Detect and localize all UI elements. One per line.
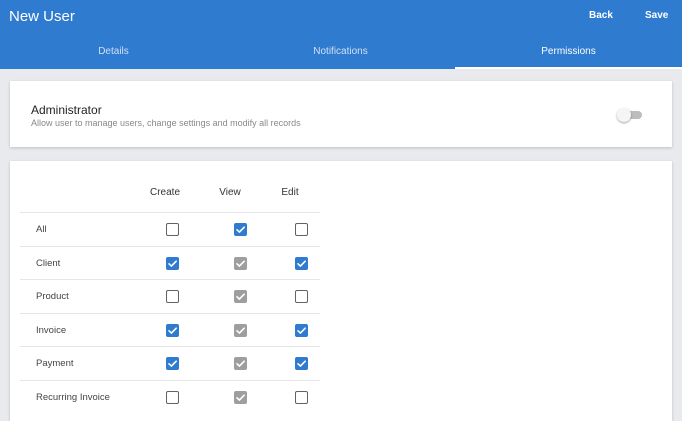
edit-checkbox[interactable] (295, 357, 308, 370)
edit-checkbox[interactable] (295, 323, 308, 337)
tab-notifications[interactable]: Notifications (227, 34, 454, 69)
permission-row-invoice: Invoice (20, 312, 320, 347)
row-label: Product (36, 291, 69, 302)
edit-checkbox[interactable] (295, 256, 308, 270)
back-button[interactable]: Back (589, 10, 613, 22)
app-bar: New User Back Save Details Notifications… (0, 0, 682, 69)
checkmark-icon (168, 259, 177, 267)
column-header-view: View (219, 187, 241, 198)
column-header-create: Create (149, 187, 180, 198)
permission-row-all: All (20, 212, 320, 246)
toggle-thumb (617, 108, 631, 122)
permission-row-client: Client (20, 245, 320, 280)
checkmark-icon (236, 259, 245, 267)
view-checkbox[interactable] (234, 357, 247, 370)
create-checkbox[interactable] (166, 223, 179, 236)
page-title: New User (9, 8, 75, 25)
view-checkbox[interactable] (234, 323, 247, 337)
checkmark-icon (236, 326, 245, 334)
permission-row-payment: Payment (20, 346, 320, 380)
create-checkbox[interactable] (166, 323, 179, 337)
tab-details[interactable]: Details (0, 34, 227, 69)
view-checkbox[interactable] (234, 256, 247, 270)
create-checkbox[interactable] (166, 256, 179, 270)
row-label: Client (36, 257, 61, 269)
active-tab-indicator (455, 67, 682, 69)
edit-checkbox[interactable] (295, 290, 308, 303)
permission-row-product: Product (20, 279, 320, 313)
row-label: Recurring Invoice (36, 391, 110, 403)
edit-checkbox[interactable] (295, 223, 308, 236)
edit-checkbox[interactable] (295, 390, 308, 404)
administrator-toggle[interactable] (617, 108, 643, 122)
checkmark-icon (297, 259, 306, 267)
create-checkbox[interactable] (166, 290, 179, 303)
checkmark-icon (236, 226, 245, 233)
checkmark-icon (236, 393, 245, 401)
view-checkbox[interactable] (234, 290, 247, 303)
column-header-edit: Edit (281, 187, 299, 198)
save-button[interactable]: Save (645, 10, 668, 22)
create-checkbox[interactable] (166, 390, 179, 404)
administrator-title: Administrator (31, 103, 102, 117)
view-checkbox[interactable] (234, 223, 247, 236)
checkmark-icon (168, 326, 177, 334)
create-checkbox[interactable] (166, 357, 179, 370)
checkmark-icon (297, 360, 306, 367)
row-label: All (36, 224, 47, 235)
view-checkbox[interactable] (234, 390, 247, 404)
tab-permissions[interactable]: Permissions (455, 34, 682, 69)
administrator-card: Administrator Allow user to manage users… (10, 81, 672, 147)
row-label: Invoice (36, 324, 67, 336)
administrator-description: Allow user to manage users, change setti… (31, 118, 301, 128)
row-label: Payment (36, 358, 74, 369)
checkmark-icon (297, 326, 306, 334)
checkmark-icon (236, 360, 245, 367)
permission-row-recurring-invoice: Recurring Invoice (20, 379, 320, 414)
checkmark-icon (236, 293, 245, 300)
permissions-card: Create View Edit All Client Product Invo… (10, 161, 672, 421)
checkmark-icon (168, 360, 177, 367)
